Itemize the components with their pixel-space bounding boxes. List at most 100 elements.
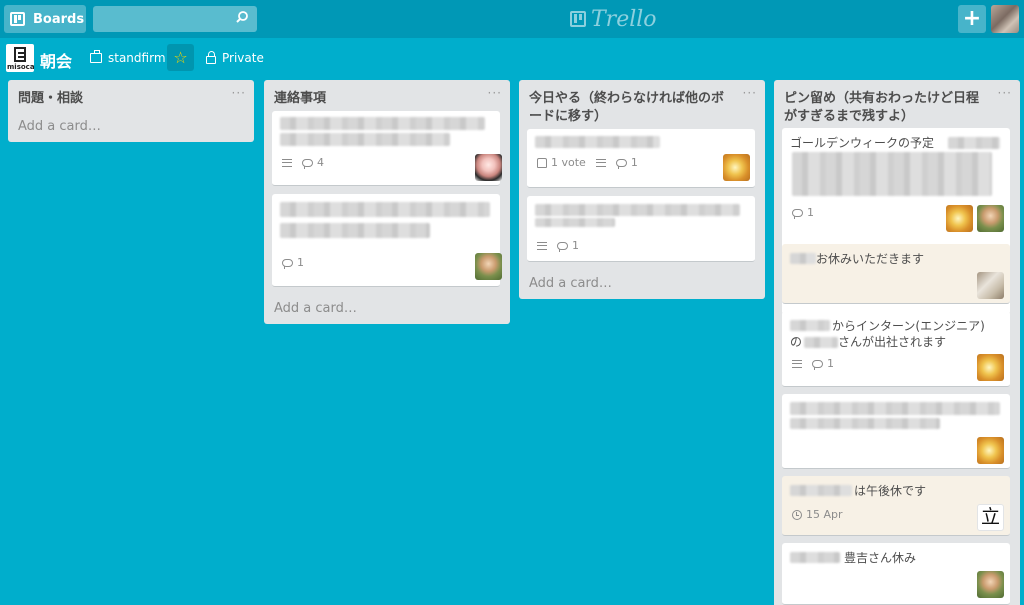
redacted-text <box>790 485 852 496</box>
card[interactable]: 豊吉さん休み <box>782 543 1010 605</box>
card[interactable]: 1 <box>272 194 502 287</box>
votes-badge: 1 vote <box>537 156 586 169</box>
team-icon <box>90 50 102 63</box>
comments-badge: 1 <box>812 357 834 370</box>
redacted-text <box>280 117 485 130</box>
team-link[interactable]: standfirm <box>90 50 166 65</box>
card[interactable]: 4 <box>272 111 502 186</box>
member-avatar[interactable] <box>977 354 1004 381</box>
boards-icon <box>10 12 25 26</box>
comment-count: 1 <box>807 206 814 219</box>
search-icon[interactable] <box>236 11 248 23</box>
list-title[interactable]: 問題・相談 <box>18 90 83 108</box>
team-name: standfirm <box>108 51 166 65</box>
boards-button-label: Boards <box>33 11 85 27</box>
comment-icon <box>282 258 293 269</box>
due-date-badge: 15 Apr <box>792 508 843 521</box>
trello-logo[interactable]: Trello <box>570 6 657 32</box>
list-title-line: ードに移す） <box>529 109 608 124</box>
description-icon <box>792 359 802 368</box>
card[interactable] <box>782 394 1010 469</box>
list-kyou-yaru: 今日やる（終わらなければ他のボ ードに移す） ··· 1 vote 1 1 Ad… <box>519 80 765 299</box>
clock-icon <box>792 509 802 520</box>
thumbs-up-icon <box>537 157 547 168</box>
search-input[interactable] <box>93 6 257 32</box>
star-button[interactable]: ☆ <box>167 44 194 71</box>
card-badges: 1 <box>537 239 579 252</box>
board-title[interactable]: 朝会 <box>40 48 72 72</box>
card-title: は午後休です <box>854 484 927 498</box>
add-card-button[interactable]: Add a card… <box>18 119 101 134</box>
redacted-text <box>535 204 740 216</box>
redacted-text <box>790 418 940 429</box>
card-title: お休みいただきます <box>816 252 925 266</box>
document-icon <box>14 47 26 62</box>
comments-badge: 1 <box>557 239 579 252</box>
list-renraku-jikou: 連絡事項 ··· 4 1 Add a card… <box>264 80 510 324</box>
trello-logo-icon <box>570 11 586 27</box>
member-avatar[interactable] <box>977 571 1004 598</box>
comment-icon <box>792 208 803 219</box>
list-menu-icon[interactable]: ··· <box>488 86 502 100</box>
member-avatar[interactable] <box>475 154 502 181</box>
card-badges: 1 <box>792 357 834 370</box>
member-avatar[interactable]: 立 <box>977 504 1004 531</box>
member-avatar[interactable] <box>977 272 1004 299</box>
member-avatar[interactable] <box>723 154 750 181</box>
comment-icon <box>557 241 568 252</box>
board-header: misoca 朝会 standfirm ☆ Private <box>0 38 1024 78</box>
privacy-label: Private <box>222 51 264 65</box>
list-title[interactable]: 今日やる（終わらなければ他のボ ードに移す） <box>529 90 724 126</box>
list-menu-icon[interactable]: ··· <box>743 86 757 100</box>
list-title[interactable]: 連絡事項 <box>274 90 326 108</box>
board-logo-label: misoca <box>7 63 35 71</box>
redacted-text <box>280 202 490 217</box>
board-logo: misoca <box>6 44 35 72</box>
card[interactable]: からインターン(エンジニア) の さんが出社されます 1 <box>782 311 1010 387</box>
comments-badge: 4 <box>302 156 324 169</box>
list-pin-dome: ピン留め（共有おわったけど日程 がすぎるまで残すよ） ··· ゴールデンウィーク… <box>774 80 1020 605</box>
description-icon <box>595 158 606 167</box>
member-avatar[interactable] <box>946 205 973 232</box>
card[interactable]: は午後休です 15 Apr 立 <box>782 476 1010 536</box>
list-title-line: 今日やる（終わらなければ他のボ <box>529 91 725 106</box>
comment-icon <box>615 158 627 169</box>
user-avatar[interactable] <box>991 5 1019 33</box>
description-icon <box>537 241 547 250</box>
comment-icon <box>302 158 313 169</box>
redacted-text <box>790 552 840 563</box>
vote-count: 1 vote <box>551 156 586 169</box>
add-card-button[interactable]: Add a card… <box>529 276 612 291</box>
redacted-text <box>535 136 660 148</box>
card[interactable]: 1 vote 1 <box>527 129 755 188</box>
add-card-button[interactable]: Add a card… <box>274 301 357 316</box>
redacted-text <box>535 218 615 227</box>
card-title-prefix: の <box>790 335 803 349</box>
member-avatar[interactable] <box>977 205 1004 232</box>
card[interactable]: お休みいただきます <box>782 244 1010 304</box>
top-header: Boards Trello + <box>0 0 1024 38</box>
privacy-button[interactable]: Private <box>206 50 264 65</box>
list-title-line: ピン留め（共有おわったけど日程 <box>784 91 980 106</box>
comment-count: 1 <box>572 239 579 252</box>
card-badges: 4 <box>282 156 324 169</box>
list-title[interactable]: ピン留め（共有おわったけど日程 がすぎるまで残すよ） <box>784 90 979 126</box>
list-mondai-soudan: 問題・相談 ··· Add a card… <box>8 80 254 142</box>
member-avatar[interactable] <box>475 253 502 280</box>
list-title-line: がすぎるまで残すよ） <box>784 109 915 124</box>
boards-button[interactable]: Boards <box>4 5 86 33</box>
card-badges: 1 <box>792 206 814 219</box>
add-button[interactable]: + <box>958 5 986 33</box>
card[interactable]: 1 <box>527 196 755 262</box>
member-avatar[interactable] <box>977 437 1004 464</box>
card-title: 豊吉さん休み <box>844 551 917 565</box>
card-title: さんが出社されます <box>838 335 947 349</box>
comment-count: 1 <box>297 256 304 269</box>
list-menu-icon[interactable]: ··· <box>998 86 1012 100</box>
redacted-text <box>792 152 992 196</box>
card-badges: 15 Apr <box>792 508 843 521</box>
comments-badge: 1 <box>282 256 304 269</box>
redacted-text <box>948 137 1000 149</box>
list-menu-icon[interactable]: ··· <box>232 86 246 100</box>
redacted-text <box>790 253 816 264</box>
